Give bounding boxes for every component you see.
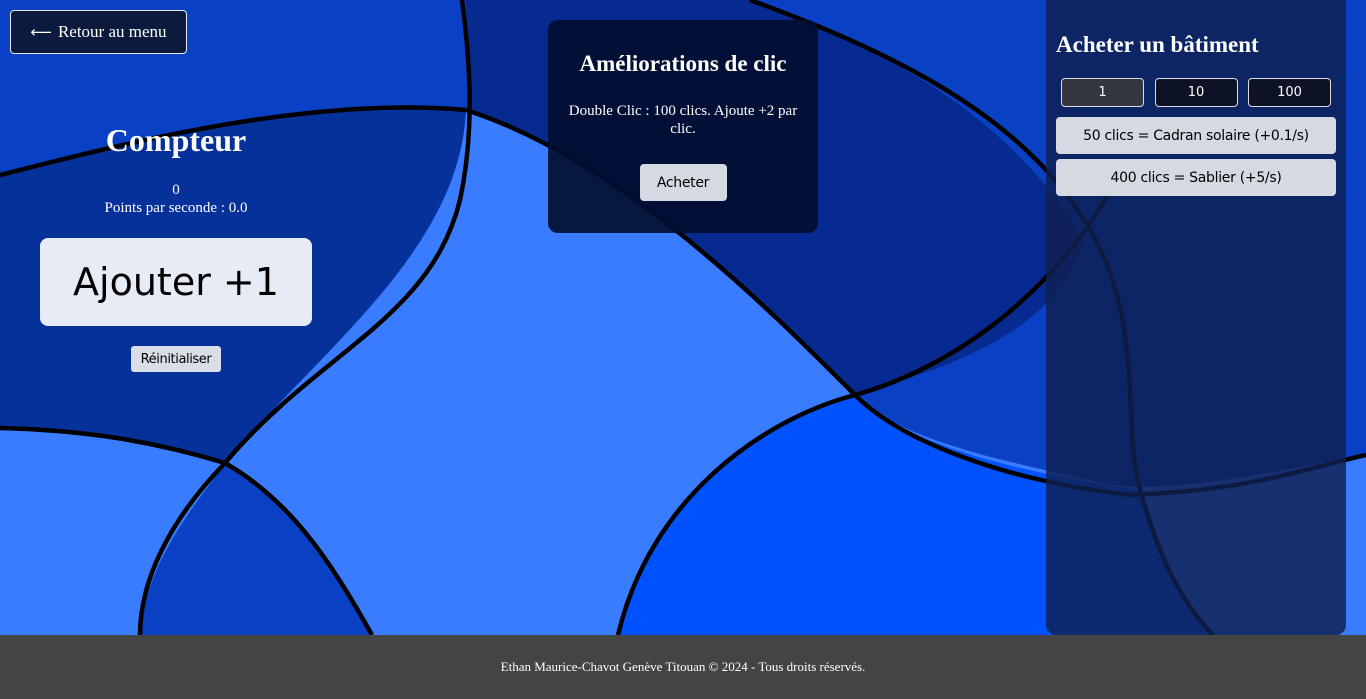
buildings-title: Acheter un bâtiment xyxy=(1056,32,1259,57)
points-per-second: Points par seconde : 0.0 xyxy=(104,200,248,216)
buy-upgrade-button[interactable]: Acheter xyxy=(639,164,727,201)
footer: Ethan Maurice-Chavot Genève Titouan © 20… xyxy=(0,635,1366,699)
add-point-button[interactable]: Ajouter +1 xyxy=(40,238,312,326)
counter-value: 0 xyxy=(172,182,180,198)
arrow-left-icon: ⟵ xyxy=(30,22,52,41)
click-upgrades-title: Améliorations de clic xyxy=(579,51,787,76)
quantity-10-button[interactable]: 10 xyxy=(1154,78,1238,107)
game-screen: ⟵ Retour au menu Compteur 0 Points par s… xyxy=(0,0,1366,699)
quantity-100-button[interactable]: 100 xyxy=(1248,78,1331,107)
click-upgrades-panel: Améliorations de clic Double Clic : 100 … xyxy=(548,20,818,233)
counter-title: Compteur xyxy=(105,122,247,158)
footer-copyright: Ethan Maurice-Chavot Genève Titouan © 20… xyxy=(500,659,866,674)
counter-panel: Compteur 0 Points par seconde : 0.0 Ajou… xyxy=(40,120,312,372)
buy-hourglass-button[interactable]: 400 clics = Sablier (+5/s) xyxy=(1056,159,1336,196)
back-to-menu-label: Retour au menu xyxy=(57,22,167,41)
upgrade-description: Double Clic : 100 clics. Ajoute +2 par c… xyxy=(568,103,798,137)
back-to-menu-button[interactable]: ⟵ Retour au menu xyxy=(10,10,187,54)
reset-button[interactable]: Réinitialiser xyxy=(130,346,222,372)
quantity-1-button[interactable]: 1 xyxy=(1061,78,1144,107)
buy-sundial-button[interactable]: 50 clics = Cadran solaire (+0.1/s) xyxy=(1056,117,1336,154)
buildings-panel: Acheter un bâtiment 1 10 100 50 clics = … xyxy=(1046,0,1346,635)
quantity-selector: 1 10 100 xyxy=(1056,78,1336,107)
